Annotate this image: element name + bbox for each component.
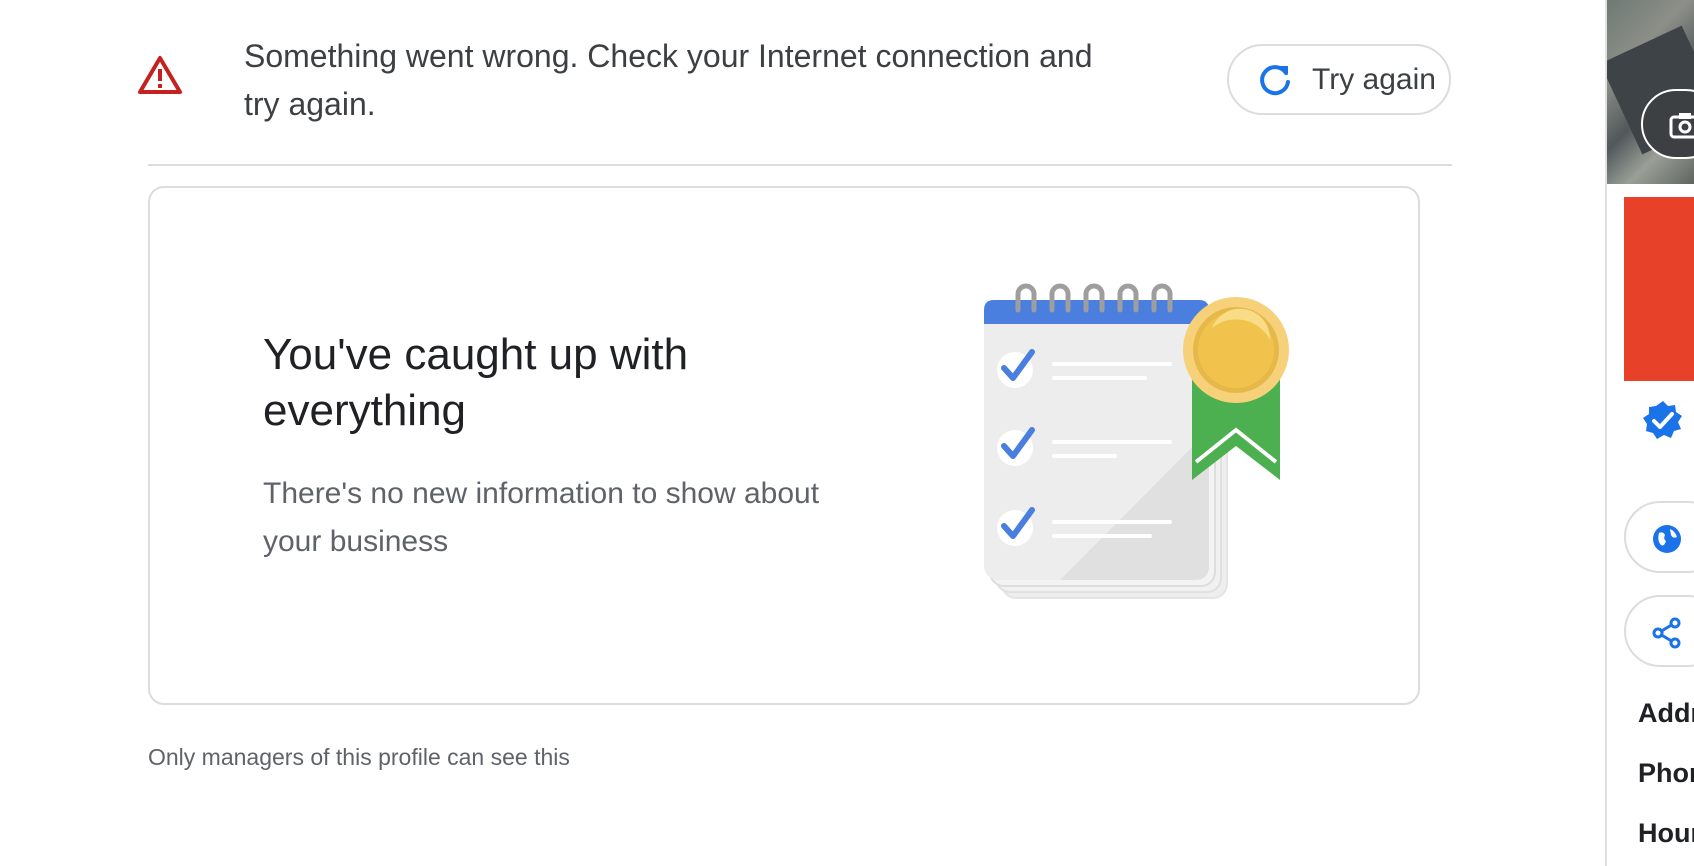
card-title: You've caught up with everything: [263, 330, 689, 435]
error-message: Something went wrong. Check your Interne…: [244, 38, 1093, 122]
try-again-button[interactable]: Try again: [1227, 44, 1451, 115]
page: Something went wrong. Check your Interne…: [0, 0, 1694, 866]
try-again-label: Try again: [1312, 63, 1436, 96]
globe-icon: [1653, 525, 1681, 553]
verified-badge-icon: [1643, 401, 1682, 439]
hours-label: Hour: [1638, 818, 1694, 848]
checklist-award-illustration: [984, 283, 1289, 599]
website-button[interactable]: W: [1624, 501, 1694, 573]
managers-only-note: Only managers of this profile can see th…: [148, 744, 570, 770]
refresh-icon: [1260, 65, 1290, 96]
warning-triangle-icon: [138, 56, 182, 94]
address-label: Addr: [1638, 698, 1694, 728]
phone-label: Phon: [1638, 758, 1694, 788]
card-subtitle: There's no new information to show about…: [263, 477, 820, 558]
caught-up-card: You've caught up with everything There's…: [148, 186, 1420, 705]
brand-logo-block: [1624, 197, 1694, 381]
share-icon: [1652, 617, 1681, 649]
divider: [148, 164, 1452, 166]
camera-icon: [1669, 113, 1694, 139]
share-button[interactable]: S: [1624, 595, 1694, 667]
business-profile-panel: W S Addr Phon Hour: [1605, 0, 1694, 866]
